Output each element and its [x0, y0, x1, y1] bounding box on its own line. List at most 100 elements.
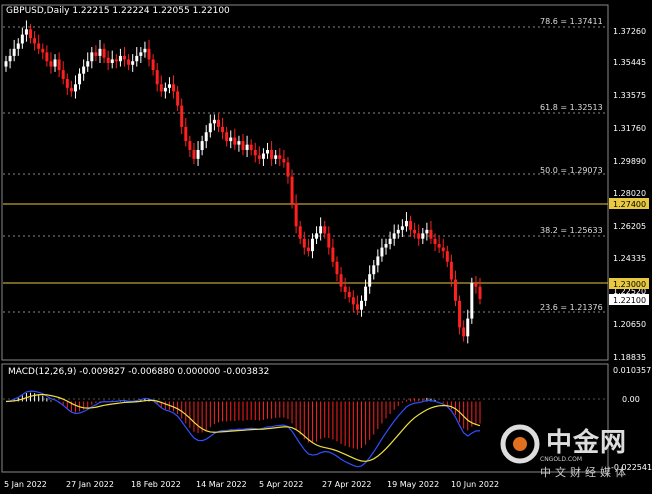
cngold-logo-icon [500, 424, 540, 464]
candle-body [86, 61, 90, 67]
candle-body [163, 87, 167, 92]
candle-body [466, 318, 470, 337]
candle-body [380, 247, 384, 257]
macd-histogram [9, 392, 481, 450]
candle-body [302, 238, 306, 248]
candle-body [208, 123, 212, 133]
candle-body [449, 261, 453, 280]
candle-body [237, 141, 241, 145]
macd-label: MACD(12,26,9) -0.009827 -0.006880 0.0000… [8, 367, 270, 377]
candle-body [127, 59, 131, 65]
candle-body [69, 87, 73, 92]
candle-body [41, 48, 45, 53]
candle-body [257, 155, 261, 159]
candle-body [470, 283, 474, 319]
price-tick: 1.26205 [613, 222, 646, 231]
candle-body [355, 304, 359, 310]
candle-body [274, 155, 278, 159]
candle-body [233, 137, 237, 145]
candle-body [437, 244, 441, 248]
candle-body [474, 283, 478, 287]
candle-body [45, 52, 49, 62]
candle-body [110, 59, 114, 64]
fib-500-label: 50.0 = 1.29073 [540, 166, 603, 175]
fib-236-label: 23.6 = 1.21376 [540, 303, 603, 312]
candle-body [65, 78, 69, 88]
candle-body [159, 84, 163, 92]
price-tick: 1.37260 [613, 27, 646, 36]
date-tick: 19 May 2022 [387, 480, 439, 489]
candle-body [184, 126, 188, 142]
candle-body [123, 55, 126, 60]
candle-body [16, 43, 20, 49]
price-tick: 1.31760 [613, 124, 646, 133]
candle-body [433, 238, 437, 245]
candle-body [388, 238, 392, 245]
candle-body [82, 66, 86, 74]
candle-body [261, 153, 265, 159]
candle-body [400, 226, 404, 230]
candle-body [155, 70, 159, 85]
macd-scale-zero: 0.00 [622, 395, 640, 404]
candle-body [392, 233, 396, 239]
candle-body [221, 126, 225, 133]
candle-body [372, 265, 376, 275]
date-tick: 18 Feb 2022 [131, 480, 181, 489]
candle-body [151, 59, 155, 71]
candle-body [4, 61, 8, 67]
candle-body [425, 229, 429, 234]
candle-body [478, 286, 482, 300]
candle-body [229, 137, 233, 142]
candle-body [114, 59, 118, 62]
candle-body [364, 286, 368, 301]
price-tick: 1.18835 [613, 353, 646, 362]
candle-body [396, 229, 400, 234]
candle-body [61, 70, 65, 79]
price-tick: 1.20650 [613, 320, 646, 329]
date-tick: 27 Jan 2022 [66, 480, 114, 489]
candle-body [429, 229, 433, 239]
tag-current: 1.22100 [613, 296, 646, 305]
candle-body [143, 48, 147, 53]
candle-body [278, 155, 282, 159]
candle-body [29, 29, 33, 39]
candle-body [225, 132, 229, 142]
candle-body [376, 256, 380, 266]
candle-body [172, 84, 176, 92]
candle-body [216, 119, 220, 127]
candle-body [180, 105, 184, 127]
candle-body [37, 43, 41, 49]
candle-body [384, 244, 388, 248]
date-tick: 5 Jan 2022 [4, 480, 47, 489]
candle-body [266, 149, 270, 154]
ohlc-values: 1.22215 1.22224 1.22055 1.22100 [72, 6, 230, 16]
candle-body [94, 52, 98, 56]
candle-body [212, 119, 216, 124]
candle-body [368, 274, 372, 287]
chart-header: GBPUSD,Daily 1.22215 1.22224 1.22055 1.2… [6, 6, 230, 16]
fib-382-label: 38.2 = 1.25633 [540, 226, 603, 235]
candle-body [167, 84, 171, 88]
fib-618-label: 61.8 = 1.32513 [540, 103, 603, 112]
candle-body [335, 261, 339, 275]
price-tick: 1.28020 [613, 189, 646, 198]
candle-body [73, 84, 77, 92]
candle-body [135, 55, 139, 62]
candle-body [33, 38, 37, 44]
tag-127400: 1.27400 [613, 200, 646, 209]
candle-body [188, 141, 192, 150]
candle-body [404, 220, 408, 227]
price-tick: 1.35445 [613, 58, 646, 67]
watermark-slogan: 中文财经媒体 [540, 466, 630, 479]
candle-body [131, 61, 135, 65]
candle-body [462, 327, 466, 337]
candle-body [241, 141, 245, 150]
candle-body [413, 229, 417, 234]
candle-body [294, 203, 298, 227]
price-tick: 1.33575 [613, 91, 646, 100]
candles-group [4, 20, 482, 344]
price-tick: 1.24335 [613, 254, 646, 263]
candle-body [118, 55, 122, 62]
candle-body [331, 247, 335, 262]
candle-body [315, 233, 319, 239]
